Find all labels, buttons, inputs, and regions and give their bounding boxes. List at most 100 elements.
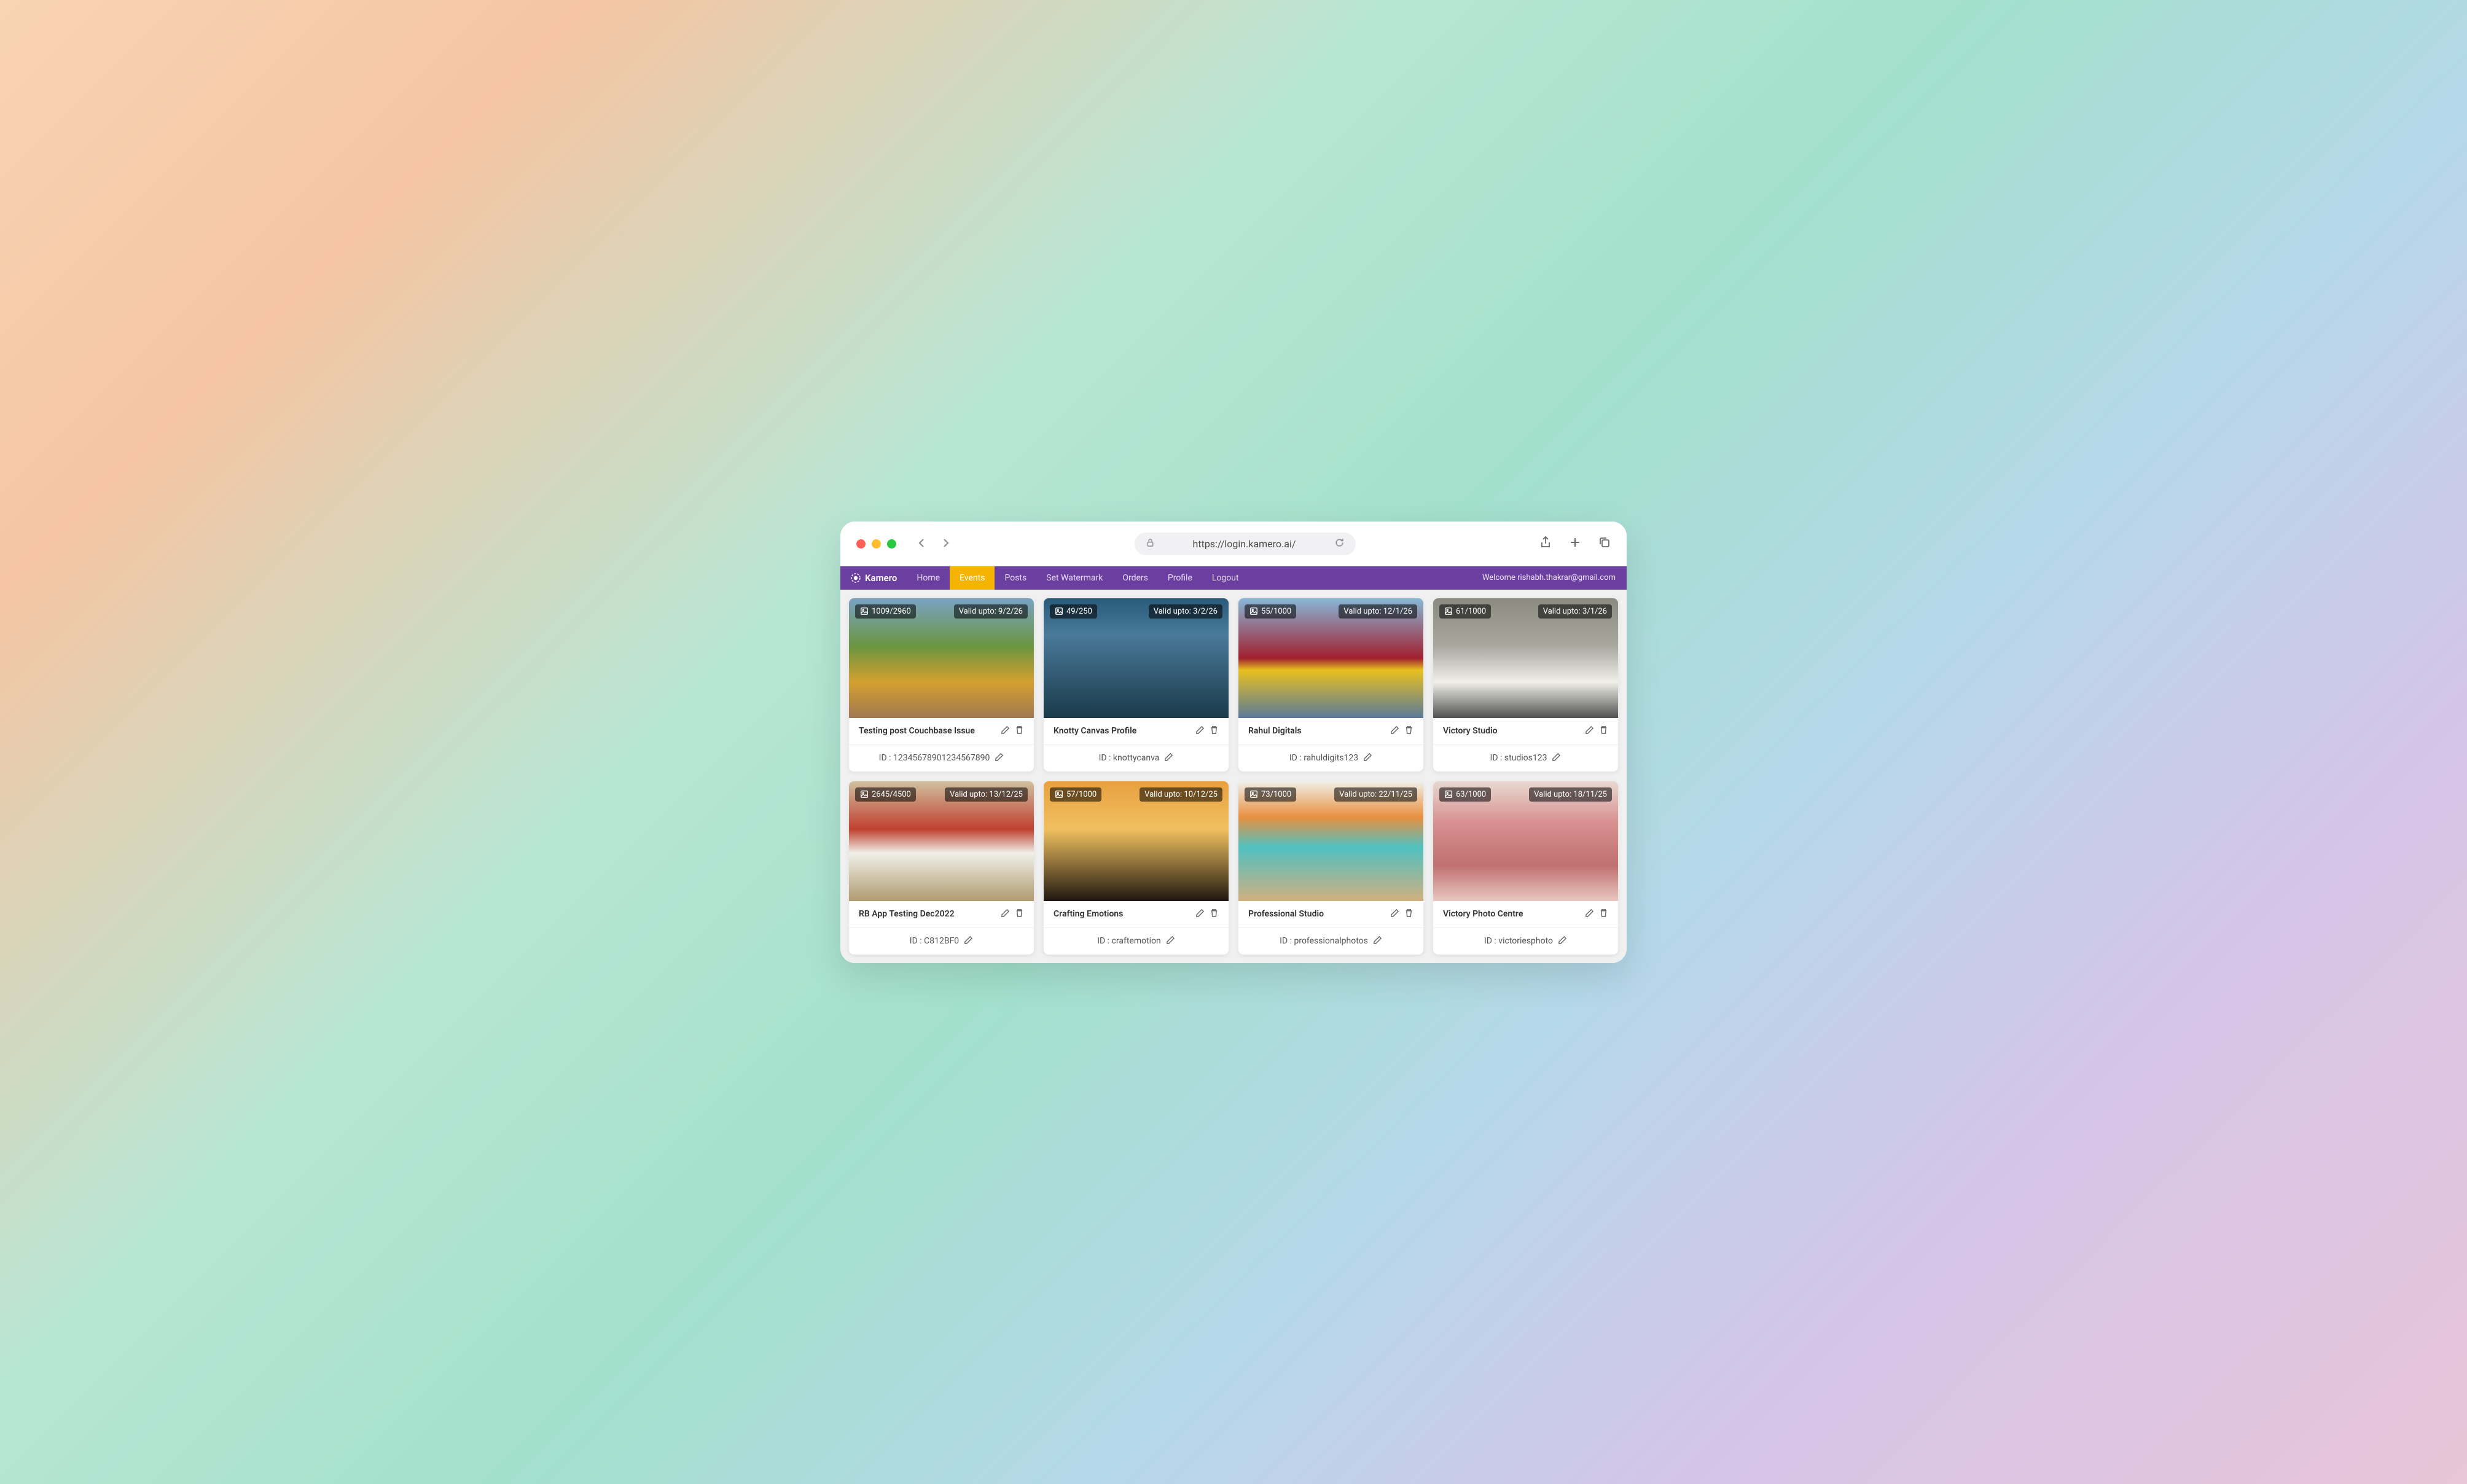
delete-button[interactable]: [1599, 908, 1608, 920]
card-actions: [1195, 908, 1219, 920]
event-card[interactable]: 61/1000 Valid upto: 3/1/26 Victory Studi…: [1433, 598, 1618, 771]
image-icon: [1444, 790, 1453, 799]
card-footer: ID : professionalphotos: [1238, 928, 1423, 955]
nav-profile[interactable]: Profile: [1158, 566, 1202, 590]
edit-button[interactable]: [1195, 908, 1205, 920]
edit-id-button[interactable]: [1373, 935, 1382, 947]
card-image: 73/1000 Valid upto: 22/11/25: [1238, 781, 1423, 901]
nav-events[interactable]: Events: [950, 566, 995, 590]
edit-id-button[interactable]: [1164, 752, 1173, 764]
edit-id-button[interactable]: [1166, 935, 1175, 947]
count-value: 1009/2960: [872, 607, 911, 616]
nav-orders[interactable]: Orders: [1112, 566, 1158, 590]
edit-button[interactable]: [1390, 725, 1399, 737]
card-title: Rahul Digitals: [1248, 726, 1302, 736]
card-actions: [1585, 908, 1608, 920]
edit-id-button[interactable]: [1558, 935, 1567, 947]
edit-id-button[interactable]: [995, 752, 1004, 764]
nav-watermark[interactable]: Set Watermark: [1036, 566, 1112, 590]
card-footer: ID : victoriesphoto: [1433, 928, 1618, 955]
address-pill[interactable]: https://login.kamero.ai/: [1135, 533, 1356, 555]
validity-value: Valid upto: 10/12/25: [1144, 790, 1218, 799]
content-area: 1009/2960 Valid upto: 9/2/26 Testing pos…: [840, 590, 1627, 963]
card-body: Victory Photo Centre: [1433, 901, 1618, 928]
card-body: Knotty Canvas Profile: [1044, 718, 1229, 745]
event-card[interactable]: 1009/2960 Valid upto: 9/2/26 Testing pos…: [849, 598, 1034, 771]
card-actions: [1390, 725, 1413, 737]
forward-button[interactable]: [940, 536, 950, 552]
window-close-button[interactable]: [856, 539, 866, 549]
browser-window: https://login.kamero.ai/: [840, 521, 1627, 963]
delete-button[interactable]: [1015, 725, 1024, 737]
event-card[interactable]: 55/1000 Valid upto: 12/1/26 Rahul Digita…: [1238, 598, 1423, 771]
card-title: Professional Studio: [1248, 909, 1324, 919]
card-title: Crafting Emotions: [1054, 909, 1123, 919]
back-button[interactable]: [917, 536, 927, 552]
delete-button[interactable]: [1404, 908, 1413, 920]
reload-icon[interactable]: [1334, 537, 1345, 550]
event-card[interactable]: 63/1000 Valid upto: 18/11/25 Victory Pho…: [1433, 781, 1618, 955]
new-tab-icon[interactable]: [1569, 536, 1581, 551]
events-grid: 1009/2960 Valid upto: 9/2/26 Testing pos…: [849, 598, 1618, 955]
delete-button[interactable]: [1404, 725, 1413, 737]
edit-button[interactable]: [1195, 725, 1205, 737]
validity-badge: Valid upto: 9/2/26: [954, 604, 1028, 619]
count-value: 57/1000: [1066, 790, 1097, 799]
tabs-icon[interactable]: [1598, 536, 1611, 551]
photo-count-badge: 2645/4500: [855, 787, 916, 802]
edit-button[interactable]: [1390, 908, 1399, 920]
edit-button[interactable]: [1001, 908, 1010, 920]
nav-home[interactable]: Home: [907, 566, 950, 590]
app-header-left: Kamero Home Events Posts Set Watermark O…: [840, 566, 1249, 590]
nav-logout[interactable]: Logout: [1202, 566, 1249, 590]
count-value: 63/1000: [1456, 790, 1486, 799]
validity-badge: Valid upto: 18/11/25: [1529, 787, 1612, 802]
card-id: ID : victoriesphoto: [1484, 936, 1553, 946]
browser-chrome: https://login.kamero.ai/: [840, 521, 1627, 566]
photo-count-badge: 55/1000: [1245, 604, 1296, 619]
event-card[interactable]: 73/1000 Valid upto: 22/11/25 Professiona…: [1238, 781, 1423, 955]
event-card[interactable]: 49/250 Valid upto: 3/2/26 Knotty Canvas …: [1044, 598, 1229, 771]
edit-button[interactable]: [1585, 725, 1594, 737]
image-icon: [860, 607, 869, 615]
card-footer: ID : studios123: [1433, 745, 1618, 771]
card-title: Testing post Couchbase Issue: [859, 726, 975, 736]
card-actions: [1001, 908, 1024, 920]
card-image: 55/1000 Valid upto: 12/1/26: [1238, 598, 1423, 718]
validity-badge: Valid upto: 12/1/26: [1339, 604, 1417, 619]
event-card[interactable]: 2645/4500 Valid upto: 13/12/25 RB App Te…: [849, 781, 1034, 955]
count-value: 49/250: [1066, 607, 1092, 616]
validity-value: Valid upto: 9/2/26: [959, 607, 1023, 616]
delete-button[interactable]: [1015, 908, 1024, 920]
card-image: 1009/2960 Valid upto: 9/2/26: [849, 598, 1034, 718]
window-maximize-button[interactable]: [887, 539, 896, 549]
card-title: Knotty Canvas Profile: [1054, 726, 1136, 736]
edit-button[interactable]: [1001, 725, 1010, 737]
brand-logo[interactable]: Kamero: [840, 566, 907, 590]
delete-button[interactable]: [1210, 725, 1219, 737]
edit-id-button[interactable]: [1552, 752, 1561, 764]
delete-button[interactable]: [1210, 908, 1219, 920]
card-body: RB App Testing Dec2022: [849, 901, 1034, 928]
window-minimize-button[interactable]: [872, 539, 881, 549]
share-icon[interactable]: [1539, 536, 1552, 551]
app-header: Kamero Home Events Posts Set Watermark O…: [840, 566, 1627, 590]
nav-posts[interactable]: Posts: [995, 566, 1036, 590]
edit-button[interactable]: [1585, 908, 1594, 920]
delete-button[interactable]: [1599, 725, 1608, 737]
photo-count-badge: 57/1000: [1050, 787, 1101, 802]
card-id: ID : knottycanva: [1099, 753, 1160, 763]
welcome-text: Welcome rishabh.thakrar@gmail.com: [1471, 573, 1627, 582]
logo-icon: [850, 572, 861, 584]
card-actions: [1390, 908, 1413, 920]
edit-id-button[interactable]: [964, 935, 973, 947]
validity-value: Valid upto: 18/11/25: [1534, 790, 1607, 799]
validity-badge: Valid upto: 3/2/26: [1149, 604, 1222, 619]
validity-badge: Valid upto: 13/12/25: [945, 787, 1028, 802]
photo-count-badge: 63/1000: [1439, 787, 1491, 802]
edit-id-button[interactable]: [1363, 752, 1372, 764]
event-card[interactable]: 57/1000 Valid upto: 10/12/25 Crafting Em…: [1044, 781, 1229, 955]
card-id: ID : rahuldigits123: [1289, 753, 1358, 763]
address-bar: https://login.kamero.ai/: [960, 533, 1530, 555]
photo-count-badge: 61/1000: [1439, 604, 1491, 619]
